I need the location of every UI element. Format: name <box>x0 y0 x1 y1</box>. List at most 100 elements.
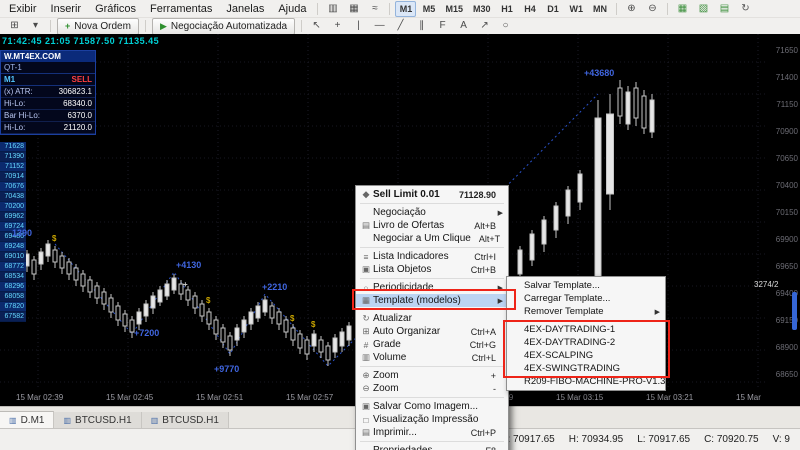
ea-row-label: Bar Hi-Lo: <box>4 111 41 120</box>
submenu-item-salvar-template[interactable]: Salvar Template... <box>507 279 665 292</box>
new-order-button[interactable]: + Nova Ordem <box>57 17 139 35</box>
timeframe-button-mn[interactable]: MN <box>589 1 611 17</box>
ea-panel-row: Hi-Lo: 21120.0 <box>1 122 95 134</box>
menu-janelas[interactable]: Janelas <box>219 2 271 16</box>
menu-item-shortcut: Ctrl+G <box>469 339 496 350</box>
context-menu-item-salvar-como-imagem[interactable]: ▣ Salvar Como Imagem... <box>356 400 508 413</box>
context-menu-item-negociacao[interactable]: Negociação ▶ <box>356 206 508 219</box>
menu-item-label: Propriedades... <box>373 445 485 450</box>
status-high: H: 70934.95 <box>568 434 624 445</box>
context-menu-item-atualizar[interactable]: ↻ Atualizar <box>356 312 508 325</box>
auto-organizar-icon: ⊞ <box>362 326 370 336</box>
timeframe-button-m30[interactable]: M30 <box>469 1 495 17</box>
panel-readout: 3274/2 <box>754 280 779 289</box>
chart-bars-icon[interactable]: ▥ <box>323 1 342 17</box>
chart-tab-label: BTCUSD.H1 <box>162 415 219 426</box>
status-close: C: 70920.75 <box>704 434 759 445</box>
context-menu-item-template-modelos[interactable]: ▦ Template (modelos) ▶ <box>356 294 508 307</box>
cursor-icon[interactable]: ↖ <box>307 18 326 34</box>
context-menu-item-lista-indicadores[interactable]: ≡ Lista Indicadores Ctrl+I <box>356 250 508 263</box>
context-menu-item-imprimir[interactable]: ▤ Imprimir... Ctrl+P <box>356 426 508 439</box>
text-tool-icon[interactable]: A <box>454 18 473 34</box>
timeframe-button-h4[interactable]: H4 <box>520 1 541 17</box>
menu-ferramentas[interactable]: Ferramentas <box>143 2 219 16</box>
zoom-out-icon[interactable]: ⊖ <box>643 1 662 17</box>
chart-tab-d-m1[interactable]: ▥ D.M1 <box>0 411 55 429</box>
menu-item-shortcut: Ctrl+B <box>470 264 496 275</box>
channel-icon[interactable]: ∥ <box>412 18 431 34</box>
menu-inserir[interactable]: Inserir <box>44 2 89 16</box>
submenu-item-r209-fibo-machine-pro-v1-3[interactable]: R209-FIBO-MACHINE-PRO-V1.3 <box>507 375 665 388</box>
menu-item-shortcut: + <box>490 370 496 381</box>
menu-item-label: Salvar Template... <box>524 280 600 291</box>
vertical-line-icon[interactable]: | <box>349 18 368 34</box>
trendline-icon[interactable]: ╱ <box>391 18 410 34</box>
arrow-tool-icon[interactable]: ↗ <box>475 18 494 34</box>
trade-price-label: +43680 <box>584 68 615 78</box>
timeframe-button-h1[interactable]: H1 <box>497 1 518 17</box>
chart-line-icon[interactable]: ≈ <box>365 1 384 17</box>
volume-icon: ▥ <box>361 352 371 362</box>
chart-tab-btcusd-h1[interactable]: ▥ BTCUSD.H1 <box>141 412 229 429</box>
price-scale-label: 68900 <box>775 343 798 352</box>
timeframe-button-m1[interactable]: M1 <box>395 0 417 17</box>
context-menu-item-periodicidade[interactable]: ○ Periodicidade ▶ <box>356 281 508 294</box>
shapes-icon[interactable]: ○ <box>496 18 515 34</box>
trade-marker-icon: $ <box>311 320 316 329</box>
refresh-icon[interactable]: ↻ <box>736 1 755 17</box>
arrange-windows-icon[interactable]: ▤ <box>715 1 734 17</box>
timeframe-button-m5[interactable]: M5 <box>418 1 439 17</box>
submenu-item-4ex-scalping[interactable]: 4EX-SCALPING <box>507 349 665 362</box>
menu-item-label: 4EX-DAYTRADING-1 <box>524 324 616 335</box>
menu-item-shortcut: Alt+B <box>474 220 496 231</box>
submenu-item-carregar-template[interactable]: Carregar Template... <box>507 292 665 305</box>
menu-exibir[interactable]: Exibir <box>2 2 44 16</box>
timeframe-button-w1[interactable]: W1 <box>566 1 588 17</box>
context-menu-item-auto-organizar[interactable]: ⊞ Auto Organizar Ctrl+A <box>356 325 508 338</box>
context-menu-item-propriedades[interactable]: Propriedades...F8 <box>356 444 508 450</box>
submenu-item-4ex-swingtrading[interactable]: 4EX-SWINGTRADING <box>507 362 665 375</box>
timeframe-button-d1[interactable]: D1 <box>543 1 564 17</box>
context-menu-item-grade[interactable]: # Grade Ctrl+G <box>356 338 508 351</box>
submenu-item-4ex-daytrading-1[interactable]: 4EX-DAYTRADING-1 <box>507 323 665 336</box>
menu-ajuda[interactable]: Ajuda <box>271 2 313 16</box>
chart-scrollbar-thumb[interactable] <box>792 292 797 330</box>
context-menu-item-livro-de-ofertas[interactable]: ▤ Livro de Ofertas Alt+B <box>356 219 508 232</box>
toolbar-separator <box>144 20 146 32</box>
menu-item-label: Periodicidade <box>373 282 434 293</box>
fibonacci-icon[interactable]: F <box>433 18 452 34</box>
menu-graficos[interactable]: Gráficos <box>88 2 143 16</box>
ea-panel-subtitle: QT-1 <box>1 62 95 74</box>
context-menu-item-zoom[interactable]: ⊖ Zoom - <box>356 382 508 395</box>
horizontal-line-icon[interactable]: — <box>370 18 389 34</box>
price-scale-label: 68650 <box>775 370 798 379</box>
context-menu-item-volume[interactable]: ▥ Volume Ctrl+L <box>356 351 508 364</box>
new-order-icon: + <box>65 21 71 31</box>
zoom-in-icon[interactable]: ⊕ <box>622 1 641 17</box>
context-menu-item-negociar-a-um-clique[interactable]: Negociar a Um Clique Alt+T <box>356 232 508 245</box>
menu-separator <box>360 309 504 310</box>
zoom-toolbar: ⊕ ⊖ <box>621 1 663 17</box>
cascade-windows-icon[interactable]: ▧ <box>694 1 713 17</box>
context-menu-item-sell-limit-0-01[interactable]: ◆ Sell Limit 0.01 71128.90 <box>356 188 508 201</box>
menu-item-label: Volume <box>373 352 407 363</box>
context-menu-item-zoom[interactable]: ⊕ Zoom + <box>356 369 508 382</box>
new-chart-icon[interactable]: ⊞ <box>5 18 24 34</box>
submenu-item-4ex-daytrading-2[interactable]: 4EX-DAYTRADING-2 <box>507 336 665 349</box>
chart-context-menu: ◆ Sell Limit 0.01 71128.90 Negociação ▶ ▤ Livr… <box>355 185 509 450</box>
profiles-icon[interactable]: ▾ <box>26 18 45 34</box>
menu-items: Exibir Inserir Gráficos Ferramentas Janelas A… <box>2 2 313 16</box>
price-scale-label: 71650 <box>775 46 798 55</box>
autotrading-button[interactable]: ▶ Negociação Automatizada <box>151 17 296 35</box>
context-menu-item-visualizacao-impressao[interactable]: □ Visualização Impressão <box>356 413 508 426</box>
crosshair-icon[interactable]: + <box>328 18 347 34</box>
menu-item-label: Negociação <box>373 207 426 218</box>
chart-tab-btcusd-h1[interactable]: ▥ BTCUSD.H1 <box>54 412 142 429</box>
chart-candles-icon[interactable]: ▦ <box>344 1 363 17</box>
indicator-cell: 71390 <box>0 152 26 162</box>
tile-windows-icon[interactable]: ▦ <box>673 1 692 17</box>
ea-row-label: Hi-Lo: <box>4 99 26 108</box>
timeframe-button-m15[interactable]: M15 <box>441 1 467 17</box>
context-menu-item-lista-objetos[interactable]: ▣ Lista Objetos Ctrl+B <box>356 263 508 276</box>
submenu-item-remover-template[interactable]: Remover Template ▶ <box>507 305 665 318</box>
